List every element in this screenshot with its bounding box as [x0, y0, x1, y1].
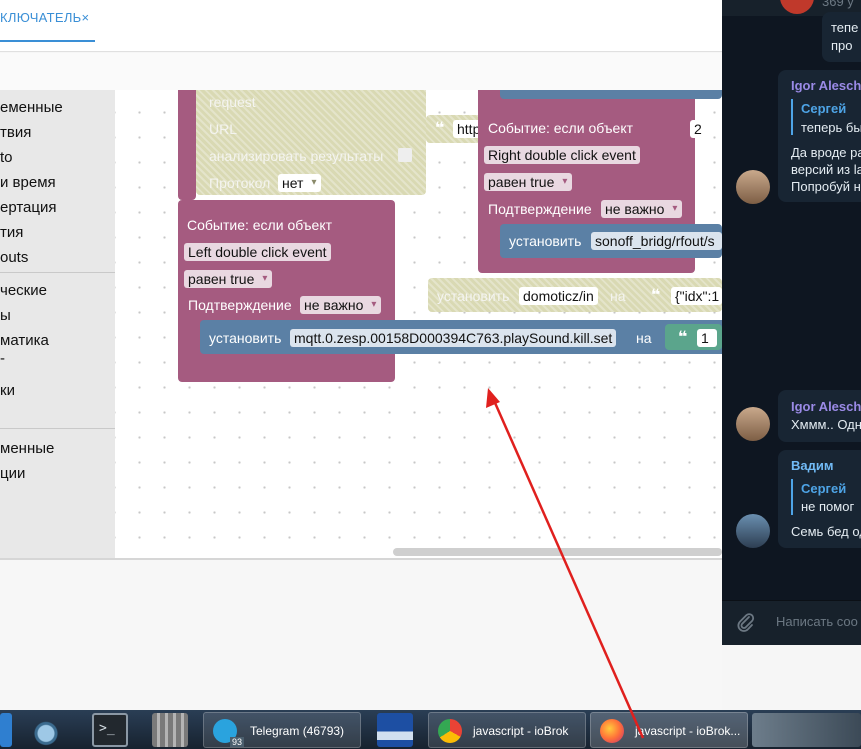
analyze-label: анализировать результаты [209, 148, 384, 164]
chrome-label: javascript - ioBrok [473, 724, 569, 738]
telegram-chat-panel: 369 у тепе про Igor Alesche Сергей тепер… [722, 0, 861, 645]
left-confirm-dropdown[interactable]: не важно [300, 296, 382, 314]
block-category-sidebar: еменные твия to и время ертация тия outs… [0, 90, 115, 558]
quote-author: Сергей [801, 481, 847, 496]
taskbar-thumbnail-icon[interactable] [752, 713, 861, 747]
category-math[interactable]: матика [0, 332, 49, 349]
category-timeouts[interactable]: outs [0, 249, 28, 266]
category-convert[interactable]: ертация [0, 199, 57, 216]
blockly-workspace[interactable]: request URL анализировать результаты Про… [115, 90, 722, 558]
toolbar-area [0, 53, 722, 90]
message-text: Семь бед од [791, 524, 861, 539]
left-event-equals-dropdown[interactable]: равен true [184, 270, 273, 288]
attach-icon[interactable] [736, 612, 756, 632]
screen: КЛЮЧАТЕЛЬ× еменные твия to и время ертац… [0, 0, 861, 749]
tab-switch[interactable]: КЛЮЧАТЕЛЬ× [0, 10, 89, 25]
quote-text: не помог [801, 499, 855, 514]
firefox-label: javascript - ioBrok... [635, 724, 741, 738]
windows-taskbar: >_ 93 Telegram (46793) javascript - ioBr… [0, 710, 861, 749]
firefox-icon [600, 719, 624, 743]
avatar [736, 170, 770, 204]
domoticz-value-field[interactable]: {"idx":1 [671, 287, 722, 305]
message-text: про [831, 38, 853, 53]
on-label: на [636, 330, 652, 346]
network-lock-icon[interactable] [28, 713, 64, 747]
taskbar-firefox-button[interactable]: javascript - ioBrok... [590, 712, 748, 748]
message-input[interactable]: Написать соо [776, 614, 858, 629]
category-lists[interactable]: ки [0, 382, 15, 399]
category-events[interactable]: тия [0, 224, 23, 241]
domoticz-set-label: установить [437, 288, 510, 304]
member-count: 369 у [822, 0, 854, 9]
domoticz-on-label: на [610, 288, 626, 304]
tab-underline [0, 40, 95, 42]
terminal-icon[interactable]: >_ [92, 713, 128, 747]
calculator-icon[interactable] [152, 713, 188, 747]
message-text: Попробуй н [791, 179, 861, 194]
category-variables[interactable]: еменные [0, 99, 63, 116]
right-top-action-block [500, 90, 722, 99]
analyze-checkbox[interactable] [398, 148, 412, 162]
request-label: request [209, 94, 256, 110]
message-author: Вадим [791, 458, 834, 473]
protocol-label: Протокол [209, 175, 271, 191]
category-sendto[interactable]: to [0, 149, 13, 166]
sonoff-target-field[interactable]: sonoff_bridg/rfout/s [591, 232, 722, 250]
left-event-object-field[interactable]: Left double click event [184, 243, 331, 261]
category-functions[interactable]: ции [0, 465, 25, 482]
sidebar-divider [0, 272, 115, 273]
right-confirm-label: Подтверждение [488, 201, 592, 217]
open-quote-icon: ❝ [678, 329, 688, 346]
left-confirm-label: Подтверждение [188, 297, 292, 313]
right-event-title: Событие: если объект [488, 120, 634, 136]
quote-bar [791, 99, 793, 135]
avatar [736, 407, 770, 441]
log-panel [0, 558, 722, 710]
quote-bar [791, 479, 793, 515]
category-date-time[interactable]: и время [0, 174, 56, 191]
message-text: Да вроде ра [791, 145, 861, 160]
right-event-equals-dropdown[interactable]: равен true [484, 173, 573, 191]
save-disk-icon[interactable] [377, 713, 413, 747]
message-author: Igor Alesche [791, 399, 861, 414]
domoticz-target-field[interactable]: domoticz/in [519, 287, 598, 305]
right-confirm-dropdown[interactable]: не важно [601, 200, 683, 218]
message-text: тепе [831, 20, 859, 35]
right-set-label: установить [509, 233, 582, 249]
sidebar-divider [0, 428, 115, 429]
category-text[interactable]: - [0, 350, 5, 367]
message-author: Igor Alesche [791, 78, 861, 93]
protocol-dropdown[interactable]: нет [278, 174, 322, 192]
quote-author: Сергей [801, 101, 847, 116]
url-label: URL [209, 121, 238, 137]
avatar [736, 514, 770, 548]
category-loops[interactable]: ы [0, 307, 11, 324]
taskbar-chrome-button[interactable]: javascript - ioBrok [428, 712, 586, 748]
category-logic[interactable]: ческие [0, 282, 47, 299]
taskbar-telegram-button[interactable]: 93 Telegram (46793) [203, 712, 361, 748]
category-variables-2[interactable]: менные [0, 440, 54, 457]
right-event-object-field[interactable]: Right double click event [484, 146, 640, 164]
left-event-title: Событие: если объект [187, 217, 333, 233]
telegram-label: Telegram (46793) [250, 724, 345, 738]
start-icon[interactable] [0, 713, 12, 747]
quote-text: теперь бы [801, 120, 861, 135]
telegram-badge: 93 [230, 737, 245, 747]
open-quote-icon: ❝ [435, 120, 445, 137]
event-block-left-rail [178, 90, 196, 200]
workspace-horizontal-scrollbar[interactable] [393, 548, 722, 556]
open-quote-icon: ❝ [651, 287, 661, 304]
message-text: версий из la [791, 162, 861, 177]
set-label: установить [209, 330, 282, 346]
right-quote-value[interactable]: 2 [690, 120, 704, 138]
chrome-icon [438, 719, 462, 743]
category-actions[interactable]: твия [0, 124, 31, 141]
mqtt-target-field[interactable]: mqtt.0.zesp.00158D000394C763.playSound.k… [290, 329, 617, 347]
message-bubble[interactable] [778, 390, 861, 442]
message-text: Хммм.. Одн [791, 417, 861, 432]
number-value-field[interactable]: 1 [697, 329, 717, 347]
terminal-prompt-glyph: >_ [99, 721, 115, 736]
editor-top-bar: КЛЮЧАТЕЛЬ× [0, 0, 722, 52]
